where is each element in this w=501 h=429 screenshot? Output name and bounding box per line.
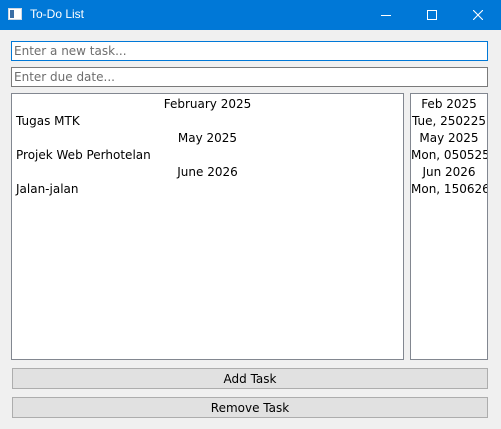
task-list-item[interactable]: Tugas MTK [12,113,403,130]
task-list-month-header[interactable]: May 2025 [12,130,403,147]
title-bar[interactable]: To-Do List [0,0,501,30]
task-input[interactable] [11,41,488,61]
window-title: To-Do List [30,7,85,21]
due-date-month-header[interactable]: Feb 2025 [411,96,487,113]
task-list-item[interactable]: Projek Web Perhotelan [12,147,403,164]
add-task-button[interactable]: Add Task [12,368,488,389]
remove-task-button[interactable]: Remove Task [12,397,488,418]
minimize-icon [381,15,391,16]
task-list-item[interactable]: Jalan-jalan [12,181,403,198]
task-list[interactable]: February 2025 Tugas MTK May 2025 Projek … [11,93,404,360]
close-button[interactable] [455,0,501,30]
due-date-item[interactable]: Tue, 250225 [411,113,487,130]
task-list-month-header[interactable]: February 2025 [12,96,403,113]
app-window-icon [8,8,22,20]
close-icon [473,10,483,20]
due-date-input[interactable] [11,67,488,87]
maximize-button[interactable] [409,0,455,30]
due-date-item[interactable]: Mon, 050525 [411,147,487,164]
maximize-icon [427,10,437,20]
minimize-button[interactable] [363,0,409,30]
due-date-month-header[interactable]: Jun 2026 [411,164,487,181]
task-list-month-header[interactable]: June 2026 [12,164,403,181]
due-date-month-header[interactable]: May 2025 [411,130,487,147]
due-date-item[interactable]: Mon, 150626 [411,181,487,198]
due-date-list[interactable]: Feb 2025 Tue, 250225 May 2025 Mon, 05052… [410,93,488,360]
